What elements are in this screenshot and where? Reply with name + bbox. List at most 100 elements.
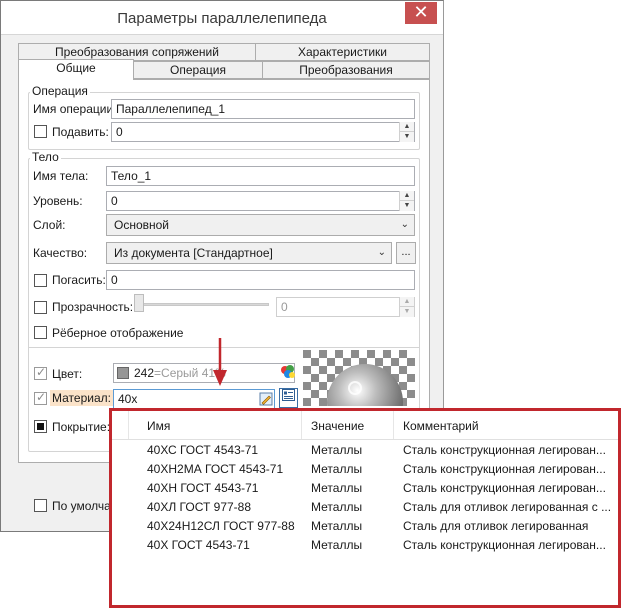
material-preview: [303, 350, 415, 406]
material-input[interactable]: 40х: [113, 389, 275, 409]
default-label: По умолча: [52, 499, 111, 513]
column-separator: [301, 411, 302, 439]
checkmark-icon: ✓: [36, 390, 47, 404]
layer-select-value: Основной: [114, 218, 170, 232]
arrow-down-icon: [213, 338, 227, 386]
palette-icon[interactable]: [280, 364, 296, 380]
column-separator: [128, 411, 129, 439]
hide-input[interactable]: 0: [106, 270, 415, 290]
coating-checkbox[interactable]: [34, 420, 47, 433]
material-name: 40Х ГОСТ 4543-71: [147, 538, 250, 552]
tab-characteristics[interactable]: Характеристики: [255, 43, 430, 61]
material-value: Металлы: [311, 500, 363, 514]
spin-up-icon[interactable]: ▲: [400, 122, 414, 131]
material-library-button[interactable]: [279, 388, 298, 408]
level-input[interactable]: 0: [106, 191, 415, 211]
hide-label: Погасить:: [52, 273, 106, 287]
material-value: Металлы: [311, 462, 363, 476]
color-label: Цвет:: [52, 367, 83, 381]
material-value: Металлы: [311, 538, 363, 552]
level-spinner[interactable]: ▲ ▼: [399, 191, 414, 211]
operation-name-label: Имя операции:: [33, 102, 117, 116]
title-bar: Параметры параллелепипеда ✕: [1, 1, 443, 35]
list-item[interactable]: 40ХЛ ГОСТ 977-88 Металлы Сталь для отлив…: [112, 498, 618, 517]
material-value: Металлы: [311, 481, 363, 495]
material-comment: Сталь для отливок легированная с ...: [403, 500, 612, 514]
spin-up-icon[interactable]: ▲: [400, 191, 414, 200]
quality-label: Качество:: [33, 246, 88, 260]
list-item[interactable]: 40Х24Н12СЛ ГОСТ 977-88 Металлы Сталь для…: [112, 517, 618, 536]
operation-group-title: Операция: [30, 84, 90, 98]
list-item[interactable]: 40ХС ГОСТ 4543-71 Металлы Сталь конструк…: [112, 441, 618, 460]
edit-material-icon[interactable]: [258, 391, 274, 407]
column-header-comment[interactable]: Комментарий: [403, 419, 479, 433]
quality-more-button[interactable]: ...: [396, 242, 416, 264]
spin-down-icon[interactable]: ▼: [400, 200, 414, 209]
popup-header: Имя Значение Комментарий: [112, 411, 618, 440]
tab-transforms[interactable]: Преобразования: [262, 61, 430, 79]
tab-operation[interactable]: Операция: [133, 61, 263, 79]
checkmark-icon: ✓: [36, 365, 47, 379]
close-button[interactable]: ✕: [405, 2, 437, 24]
material-label: Материал:: [50, 390, 113, 406]
operation-name-input[interactable]: Параллелепипед_1: [111, 99, 415, 119]
transparency-slider-track[interactable]: [137, 303, 269, 306]
body-name-label: Имя тела:: [33, 169, 89, 183]
material-name: 40ХН ГОСТ 4543-71: [147, 481, 259, 495]
list-item[interactable]: 40Х ГОСТ 4543-71 Металлы Сталь конструкц…: [112, 536, 618, 555]
material-comment: Сталь для отливок легированная: [403, 519, 589, 533]
level-label: Уровень:: [33, 194, 83, 208]
suppress-spinner[interactable]: ▲ ▼: [399, 122, 414, 142]
coating-label: Покрытие:: [52, 420, 111, 434]
edge-display-checkbox[interactable]: [34, 326, 47, 339]
list-item[interactable]: 40ХН ГОСТ 4543-71 Металлы Сталь конструк…: [112, 479, 618, 498]
column-header-name[interactable]: Имя: [147, 419, 170, 433]
material-comment: Сталь конструкционная легирован...: [403, 462, 606, 476]
default-checkbox[interactable]: [34, 499, 47, 512]
list-item[interactable]: 40ХН2МА ГОСТ 4543-71 Металлы Сталь конст…: [112, 460, 618, 479]
suppress-label: Подавить:: [52, 125, 109, 139]
chevron-down-icon: ⌄: [377, 247, 386, 258]
hide-checkbox[interactable]: [34, 274, 47, 287]
material-name: 40ХС ГОСТ 4543-71: [147, 443, 259, 457]
material-name: 40ХН2МА ГОСТ 4543-71: [147, 462, 284, 476]
edge-display-label: Рёберное отображение: [52, 326, 184, 340]
spin-down-icon[interactable]: ▼: [400, 306, 414, 315]
material-value: Металлы: [311, 443, 363, 457]
color-checkbox[interactable]: ✓: [34, 365, 47, 380]
color-swatch: [117, 367, 129, 379]
transparency-checkbox[interactable]: [34, 301, 47, 314]
transparency-input[interactable]: 0: [276, 297, 415, 317]
layer-label: Слой:: [33, 218, 66, 232]
spin-up-icon[interactable]: ▲: [400, 297, 414, 306]
chevron-down-icon: ⌄: [400, 219, 409, 230]
tab-panel-general: Операция Имя операции: Параллелепипед_1 …: [18, 79, 430, 463]
window-title: Параметры параллелепипеда: [117, 10, 327, 27]
material-value: Металлы: [311, 519, 363, 533]
layer-select[interactable]: Основной ⌄: [106, 214, 415, 236]
column-header-value[interactable]: Значение: [311, 419, 364, 433]
transparency-label: Прозрачность:: [52, 300, 134, 314]
quality-select-value: Из документа [Стандартное]: [114, 246, 273, 260]
material-name: 40ХЛ ГОСТ 977-88: [147, 500, 252, 514]
material-comment: Сталь конструкционная легирован...: [403, 538, 606, 552]
material-name: 40Х24Н12СЛ ГОСТ 977-88: [147, 519, 295, 533]
indeterminate-mark: [37, 423, 44, 430]
tab-general[interactable]: Общие: [18, 59, 134, 80]
quality-select[interactable]: Из документа [Стандартное] ⌄: [106, 242, 392, 264]
body-group-title: Тело: [30, 150, 61, 164]
material-library-icon: [282, 389, 295, 401]
material-checkbox[interactable]: ✓: [34, 390, 47, 405]
transparency-slider-thumb[interactable]: [134, 294, 144, 312]
material-comment: Сталь конструкционная легирован...: [403, 481, 606, 495]
material-comment: Сталь конструкционная легирован...: [403, 443, 606, 457]
transparency-spinner[interactable]: ▲ ▼: [399, 297, 414, 317]
suppress-input[interactable]: 0: [111, 122, 415, 142]
color-field[interactable]: 242=Серый 41%: [113, 363, 295, 383]
material-suggestion-popup: Имя Значение Комментарий 40ХС ГОСТ 4543-…: [109, 408, 621, 608]
suppress-checkbox[interactable]: [34, 125, 47, 138]
color-value: 242: [134, 366, 155, 380]
body-name-input[interactable]: Тело_1: [106, 166, 415, 186]
spin-down-icon[interactable]: ▼: [400, 131, 414, 140]
column-separator: [393, 411, 394, 439]
